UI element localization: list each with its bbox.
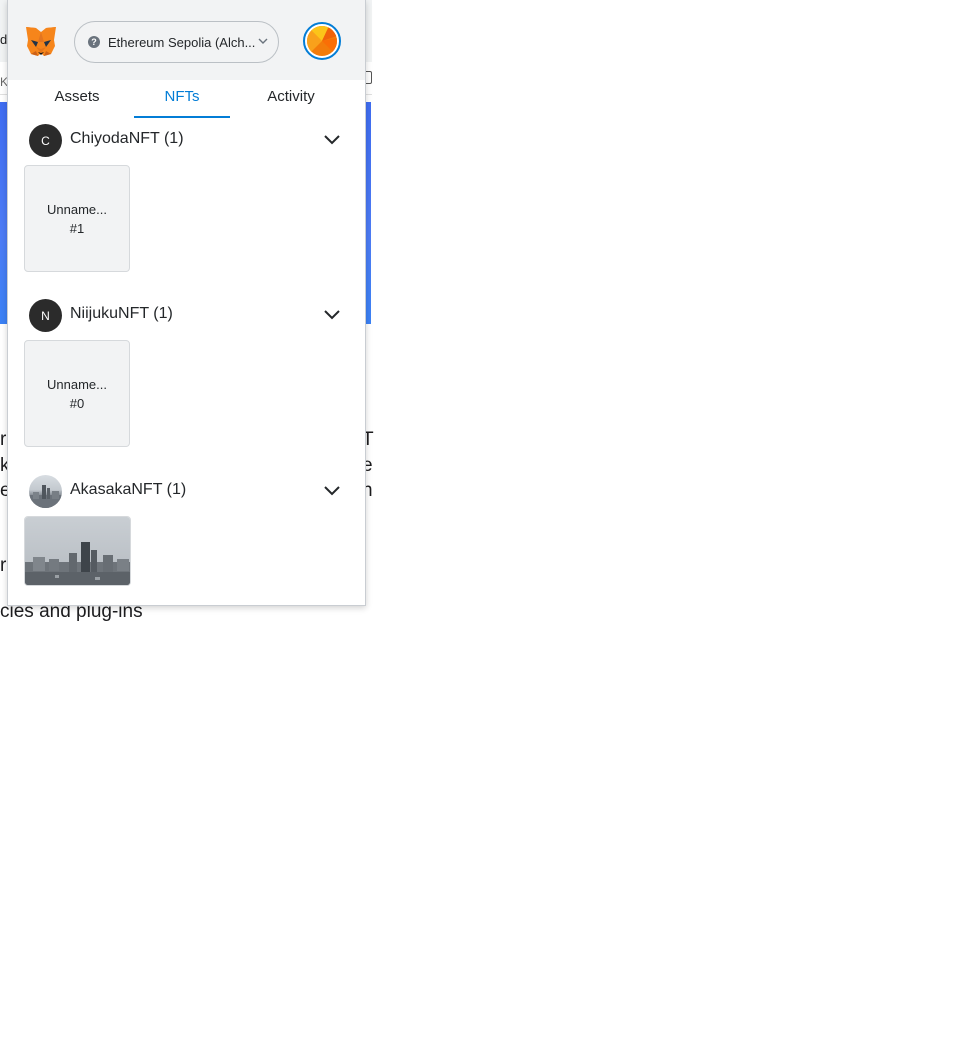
collection-avatar: N	[29, 299, 62, 332]
network-selector[interactable]: ? Ethereum Sepolia (Alch...	[74, 21, 279, 63]
collection-avatar-photo	[29, 475, 62, 508]
chevron-down-icon[interactable]	[322, 307, 342, 323]
chevron-down-icon	[258, 38, 268, 44]
tab-bar: Assets NFTs Activity	[8, 80, 365, 118]
nft-item-image[interactable]	[24, 516, 131, 586]
nft-item-card[interactable]: Unname... #0	[24, 340, 130, 447]
city-skyline-photo	[25, 517, 130, 585]
network-name: Ethereum Sepolia (Alch...	[108, 34, 256, 50]
collection-header-chiyoda[interactable]: C ChiyodaNFT (1)	[8, 124, 365, 158]
collection-name: NiijukuNFT (1)	[70, 305, 173, 322]
app-header: ? Ethereum Sepolia (Alch...	[8, 0, 365, 80]
question-icon: ?	[88, 36, 100, 48]
nft-token-id: #0	[69, 395, 85, 411]
tab-assets[interactable]: Assets	[31, 80, 123, 116]
collection-header-akasaka[interactable]: AkasakaNFT (1)	[8, 475, 365, 509]
nft-item-card[interactable]: Unname... #1	[24, 165, 130, 272]
collection-name: ChiyodaNFT (1)	[70, 130, 184, 147]
account-menu-button[interactable]	[303, 22, 341, 60]
metamask-popup: ? Ethereum Sepolia (Alch... Assets NFTs …	[7, 0, 366, 606]
metamask-fox-icon[interactable]	[24, 24, 58, 58]
collection-name: AkasakaNFT (1)	[70, 481, 187, 498]
chevron-down-icon[interactable]	[322, 483, 342, 499]
bg-text-line: r	[0, 429, 7, 450]
chevron-down-icon[interactable]	[322, 132, 342, 148]
nft-name: Unname...	[47, 201, 107, 217]
nft-token-id: #1	[69, 220, 85, 236]
nft-name: Unname...	[47, 376, 107, 392]
collection-header-niijuku[interactable]: N NiijukuNFT (1)	[8, 299, 365, 333]
tab-activity[interactable]: Activity	[243, 80, 339, 116]
collection-avatar: C	[29, 124, 62, 157]
account-identicon	[307, 26, 337, 56]
tab-nfts[interactable]: NFTs	[134, 80, 230, 118]
